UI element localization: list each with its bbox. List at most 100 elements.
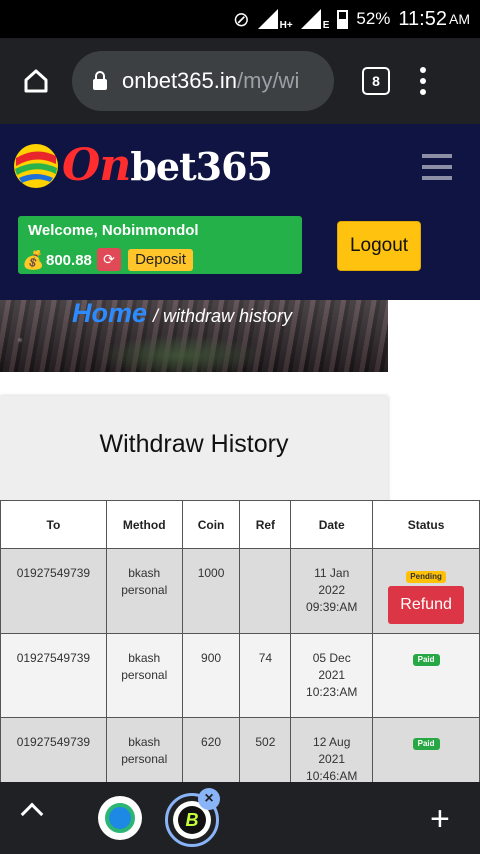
site-logo[interactable]: Onbet365 [12, 140, 273, 191]
cell-coin: 1000 [181, 548, 241, 634]
cell-status: Paid [372, 633, 480, 718]
cell-method: bkash personal [105, 548, 183, 634]
column-header-ref: Ref [239, 500, 292, 549]
network-type-2: E [322, 19, 330, 31]
menu-bar [422, 165, 452, 169]
table-header-row: To Method Coin Ref Date Status [0, 500, 480, 549]
clock-time: 11:52 [398, 7, 447, 30]
close-tab-button[interactable]: × [198, 788, 220, 810]
welcome-text: Welcome, Nobinmondol [28, 222, 199, 239]
menu-dot [420, 89, 426, 95]
refresh-icon: ⟳ [103, 251, 115, 267]
table-row: 01927549739 bkash personal 1000 11 Jan 202… [0, 548, 480, 634]
menu-bar [422, 176, 452, 180]
cell-ref [239, 548, 292, 634]
cell-date-line: 11 Jan [314, 566, 350, 580]
welcome-panel: Welcome, Nobinmondol 💰 800.88 ⟳ Deposit [18, 216, 302, 274]
column-header-method: Method [105, 500, 183, 549]
logout-button[interactable]: Logout [337, 221, 421, 271]
cell-date: 05 Dec 2021 10:23:AM [290, 633, 374, 718]
cell-date-line: 12 Aug [313, 735, 351, 749]
cell-date-line: 2021 [318, 668, 346, 682]
browser-toolbar: onbet365.in/my/wi 8 [0, 38, 480, 124]
cell-method: bkash personal [105, 717, 183, 788]
cell-date-line: 2021 [318, 752, 346, 766]
lock-icon [93, 71, 107, 90]
breadcrumb-current: / withdraw history [153, 306, 293, 326]
cell-status: Paid [372, 717, 480, 788]
balance-amount: 800.88 [46, 252, 92, 269]
cell-method-line: personal [121, 752, 168, 766]
logo-wordmark-first: On [62, 140, 131, 191]
tab-thumbnail[interactable] [98, 796, 142, 840]
withdraw-history-table: To Method Coin Ref Date Status 019275497… [0, 500, 480, 788]
cell-date: 12 Aug 2021 10:46:AM [290, 717, 374, 788]
column-header-coin: Coin [181, 500, 241, 549]
cell-method-line: bkash [128, 735, 161, 749]
status-badge: Pending [406, 571, 446, 583]
cell-coin: 900 [181, 633, 241, 718]
page-title: Withdraw History [99, 430, 289, 458]
cell-ref: 74 [239, 633, 292, 718]
logo-ball-icon [14, 143, 58, 188]
breadcrumb: Home / withdraw history [72, 300, 292, 329]
expand-tabs-button[interactable] [20, 802, 44, 826]
cell-date-line: 10:23:AM [306, 685, 358, 699]
breadcrumb-home-link[interactable]: Home [72, 300, 147, 328]
cell-status: Pending Refund [372, 548, 480, 634]
url-path: /my/wi [237, 68, 300, 93]
status-badge: Paid [412, 738, 440, 750]
column-header-status: Status [372, 500, 480, 549]
table-row: 01927549739 bkash personal 900 74 05 Dec 2… [0, 633, 480, 718]
cell-date-line: 05 Dec [312, 651, 351, 665]
tab-count: 8 [372, 73, 380, 89]
signal-icon [257, 9, 278, 29]
cell-method-line: bkash [128, 566, 161, 580]
cell-method-line: personal [121, 583, 168, 597]
cell-method-line: bkash [128, 651, 161, 665]
coins-icon: 💰 [22, 250, 45, 270]
cell-method: bkash personal [105, 633, 183, 718]
hamburger-menu-button[interactable] [422, 154, 452, 180]
clock-ampm: AM [449, 11, 470, 27]
battery-icon [337, 9, 349, 29]
bottom-tab-strip: B × + [0, 782, 480, 854]
table-row: 01927549739 bkash personal 620 502 12 Aug… [0, 717, 480, 788]
new-tab-button[interactable]: + [430, 802, 450, 836]
cell-ref: 502 [239, 717, 292, 788]
logo-wordmark: Onbet365 [62, 140, 273, 191]
url-host: onbet365.in [122, 68, 237, 93]
cell-method-line: personal [121, 668, 168, 682]
menu-dot [420, 67, 426, 73]
menu-dot [420, 78, 426, 84]
title-card: Withdraw History [0, 396, 388, 516]
cell-to: 01927549739 [0, 717, 107, 788]
refund-button[interactable]: Refund [388, 586, 465, 624]
site-header: Onbet365 Welcome, Nobinmondol 💰 800.88 ⟳… [0, 124, 480, 300]
battery-percent: 52% [356, 9, 391, 28]
logo-wordmark-rest: bet365 [130, 144, 273, 189]
home-button[interactable] [0, 67, 72, 95]
site-favicon-icon [105, 803, 135, 833]
cell-to: 01927549739 [0, 633, 107, 718]
column-header-date: Date [290, 500, 374, 549]
breadcrumb-banner: Home / withdraw history [0, 300, 388, 372]
network-type: H+ [279, 19, 293, 31]
address-bar[interactable]: onbet365.in/my/wi [72, 51, 334, 111]
browser-menu-button[interactable] [420, 67, 426, 95]
home-icon [24, 69, 48, 93]
refresh-balance-button[interactable]: ⟳ [97, 248, 121, 271]
column-header-to: To [0, 500, 107, 549]
status-bar: ⊘ H+ E 52% 11:52 AM [0, 0, 480, 38]
cell-date-line: 09:39:AM [306, 600, 358, 614]
signal-icon-2 [300, 9, 321, 29]
do-not-disturb-icon: ⊘ [232, 8, 250, 31]
menu-bar [422, 154, 452, 158]
cell-coin: 620 [181, 717, 241, 788]
status-badge: Paid [412, 654, 440, 666]
cell-to: 01927549739 [0, 548, 107, 634]
cell-date: 11 Jan 2022 09:39:AM [290, 548, 374, 634]
tab-switcher-button[interactable]: 8 [362, 67, 390, 95]
deposit-button[interactable]: Deposit [128, 249, 193, 271]
cell-date-line: 2022 [318, 583, 346, 597]
